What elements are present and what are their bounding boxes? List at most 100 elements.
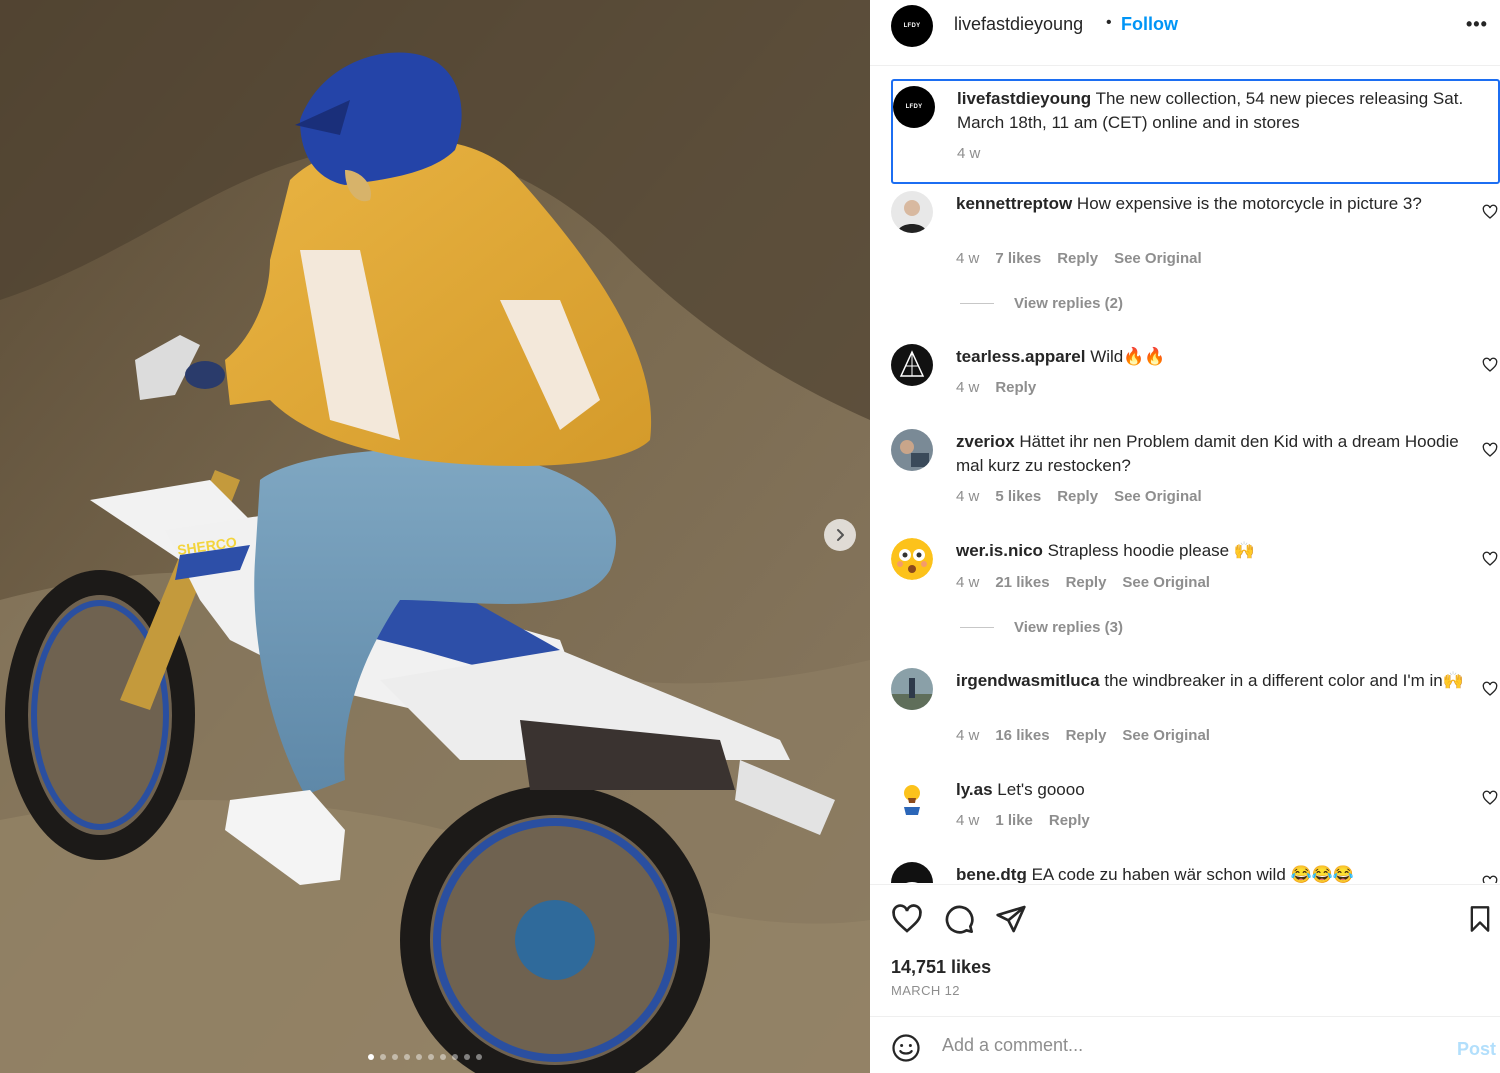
comment-meta: 4 w 21 likes Reply See Original — [956, 574, 1210, 591]
comment-username[interactable]: zveriox — [956, 432, 1015, 451]
comment-body: Hättet ihr nen Problem damit den Kid wit… — [956, 432, 1459, 475]
username-link[interactable]: livefastdieyoung — [954, 14, 1083, 35]
follow-button[interactable]: Follow — [1121, 14, 1178, 35]
avatar[interactable]: LFDY — [891, 5, 933, 47]
comment-likes[interactable]: 5 likes — [995, 488, 1041, 505]
carousel-dot — [368, 1054, 374, 1060]
comment-icon[interactable] — [943, 903, 975, 935]
bookmark-icon[interactable] — [1466, 903, 1494, 935]
likes-count[interactable]: 14,751 likes — [891, 957, 991, 978]
comment-username[interactable]: ly.as — [956, 780, 993, 799]
chevron-right-icon — [837, 529, 844, 541]
comment-text: bene.dtg EA code zu haben wär schon wild… — [956, 863, 1466, 883]
heart-icon[interactable] — [1482, 551, 1498, 567]
divider — [960, 303, 994, 304]
comment-text: irgendwasmitluca the windbreaker in a di… — [956, 669, 1466, 693]
comment-username[interactable]: irgendwasmitluca — [956, 671, 1100, 690]
heart-icon[interactable] — [1482, 790, 1498, 806]
caption-meta: 4 w — [957, 145, 980, 162]
comment-likes[interactable]: 21 likes — [995, 574, 1049, 591]
comment-likes[interactable]: 1 like — [995, 812, 1033, 829]
carousel-dot — [452, 1054, 458, 1060]
comment-text: kennettreptow How expensive is the motor… — [956, 192, 1466, 216]
divider — [960, 627, 994, 628]
motorcycle-rider-photo: SHERCO — [0, 0, 870, 1073]
caption-text: livefastdieyoung The new collection, 54 … — [957, 87, 1487, 134]
comment-time: 4 w — [956, 488, 980, 505]
caption-time: 4 w — [957, 145, 981, 162]
comment-username[interactable]: tearless.apparel — [956, 347, 1085, 366]
reply-button[interactable]: Reply — [995, 379, 1036, 396]
comment-text: tearless.apparel Wild🔥🔥 — [956, 345, 1466, 369]
comment-meta: 4 w 5 likes Reply See Original — [956, 488, 1202, 505]
post-photo[interactable]: SHERCO — [0, 0, 870, 1073]
see-original-button[interactable]: See Original — [1122, 727, 1210, 744]
comment-text: zveriox Hättet ihr nen Problem damit den… — [956, 430, 1466, 477]
heart-icon[interactable] — [891, 903, 923, 935]
post-caption: LFDY livefastdieyoung The new collection… — [891, 79, 1500, 184]
caption-username[interactable]: livefastdieyoung — [957, 89, 1091, 108]
comment-username[interactable]: kennettreptow — [956, 194, 1072, 213]
heart-icon[interactable] — [1482, 204, 1498, 220]
comment-meta: 4 w 1 like Reply — [956, 812, 1090, 829]
avatar[interactable] — [891, 668, 933, 710]
comment-body: the windbreaker in a different color and… — [1104, 671, 1464, 690]
carousel-dot — [392, 1054, 398, 1060]
comment-body: Strapless hoodie please 🙌 — [1047, 541, 1256, 560]
comments-list[interactable]: LFDY livefastdieyoung The new collection… — [870, 67, 1500, 883]
next-photo-button[interactable] — [824, 519, 856, 551]
comment-meta: 4 w Reply — [956, 379, 1036, 396]
carousel-indicator — [368, 1054, 482, 1060]
reply-button[interactable]: Reply — [1057, 250, 1098, 267]
see-original-button[interactable]: See Original — [1114, 250, 1202, 267]
reply-button[interactable]: Reply — [1066, 574, 1107, 591]
carousel-dot — [440, 1054, 446, 1060]
view-replies-button[interactable]: View replies (3) — [960, 619, 1123, 636]
post-comment-button[interactable]: Post — [1457, 1039, 1496, 1060]
comment-username[interactable]: bene.dtg — [956, 865, 1027, 883]
carousel-dot — [464, 1054, 470, 1060]
reply-button[interactable]: Reply — [1057, 488, 1098, 505]
view-replies-label: View replies (2) — [1014, 295, 1123, 312]
post-date: MARCH 12 — [891, 983, 960, 998]
comment-username[interactable]: wer.is.nico — [956, 541, 1043, 560]
comment-time: 4 w — [956, 379, 980, 396]
emoji-icon[interactable] — [891, 1033, 921, 1063]
post-header: LFDY livefastdieyoung • Follow ••• — [870, 0, 1500, 66]
comment-likes[interactable]: 16 likes — [995, 727, 1049, 744]
comment-input[interactable] — [942, 1031, 1422, 1059]
carousel-dot — [416, 1054, 422, 1060]
avatar[interactable] — [891, 344, 933, 386]
view-replies-label: View replies (3) — [1014, 619, 1123, 636]
avatar[interactable] — [891, 538, 933, 580]
heart-icon[interactable] — [1482, 442, 1498, 458]
comment-body: EA code zu haben wär schon wild 😂😂😂 — [1031, 865, 1355, 883]
comment-time: 4 w — [956, 727, 980, 744]
carousel-dot — [476, 1054, 482, 1060]
heart-icon[interactable] — [1482, 357, 1498, 373]
carousel-dot — [404, 1054, 410, 1060]
view-replies-button[interactable]: View replies (2) — [960, 295, 1123, 312]
avatar[interactable] — [891, 777, 933, 819]
reply-button[interactable]: Reply — [1049, 812, 1090, 829]
heart-icon[interactable] — [1482, 681, 1498, 697]
avatar[interactable] — [891, 862, 933, 883]
separator-dot: • — [1106, 14, 1112, 31]
see-original-button[interactable]: See Original — [1122, 574, 1210, 591]
heart-icon[interactable] — [1482, 875, 1498, 883]
comment-text: ly.as Let's goooo — [956, 778, 1466, 802]
comment-body: How expensive is the motorcycle in pictu… — [1076, 194, 1422, 213]
carousel-dot — [428, 1054, 434, 1060]
post-actions: 14,751 likes MARCH 12 — [870, 884, 1500, 1016]
see-original-button[interactable]: See Original — [1114, 488, 1202, 505]
avatar[interactable]: LFDY — [893, 86, 935, 128]
comment-time: 4 w — [956, 574, 980, 591]
more-options-icon[interactable]: ••• — [1466, 14, 1488, 35]
avatar[interactable] — [891, 429, 933, 471]
avatar[interactable] — [891, 191, 933, 233]
comment-text: wer.is.nico Strapless hoodie please 🙌 — [956, 539, 1466, 563]
comment-time: 4 w — [956, 250, 980, 267]
comment-likes[interactable]: 7 likes — [995, 250, 1041, 267]
reply-button[interactable]: Reply — [1066, 727, 1107, 744]
share-icon[interactable] — [995, 903, 1027, 935]
